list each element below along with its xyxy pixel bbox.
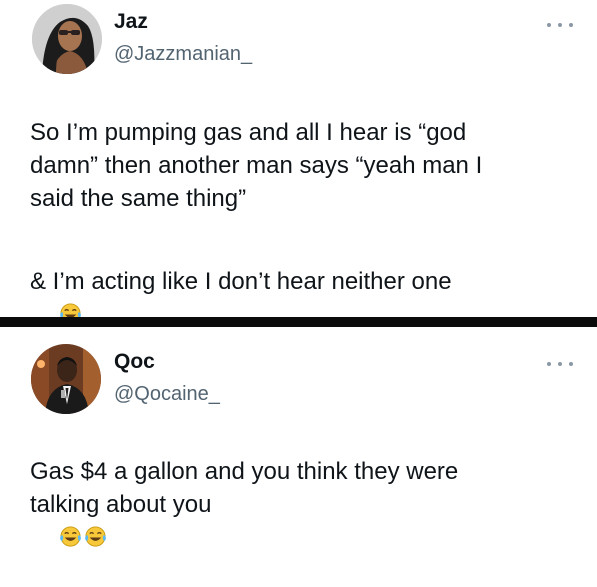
user-handle[interactable]: @Jazzmanian_ (114, 42, 252, 66)
face-with-tears-of-joy-icon (59, 526, 81, 547)
profile-photo-woman-sunglasses-icon (32, 4, 102, 74)
divider (0, 317, 597, 327)
avatar[interactable] (31, 344, 101, 414)
user-handle[interactable]: @Qocaine_ (114, 382, 220, 406)
display-name[interactable]: Qoc (114, 350, 155, 374)
tweet-card[interactable]: Jaz @Jazzmanian_ So I’m pumping gas and … (0, 0, 597, 324)
profile-photo-man-suit-icon (31, 344, 101, 414)
avatar[interactable] (32, 4, 102, 74)
tweet-text-line: & I’m acting like I don’t hear neither o… (30, 268, 452, 295)
display-name[interactable]: Jaz (114, 10, 148, 34)
more-options-icon[interactable] (547, 20, 573, 30)
more-options-icon[interactable] (547, 359, 573, 369)
tweet-text-paragraph: Gas $4 a gallon and you think they were … (30, 455, 575, 587)
face-with-tears-of-joy-icon (84, 526, 106, 547)
tweet-text: So I’m pumping gas and all I hear is “go… (30, 119, 483, 212)
tweet-text: Gas $4 a gallon and you think they were … (30, 458, 459, 518)
tweet-card[interactable]: Qoc @Qocaine_ Gas $4 a gallon and you th… (0, 327, 597, 547)
